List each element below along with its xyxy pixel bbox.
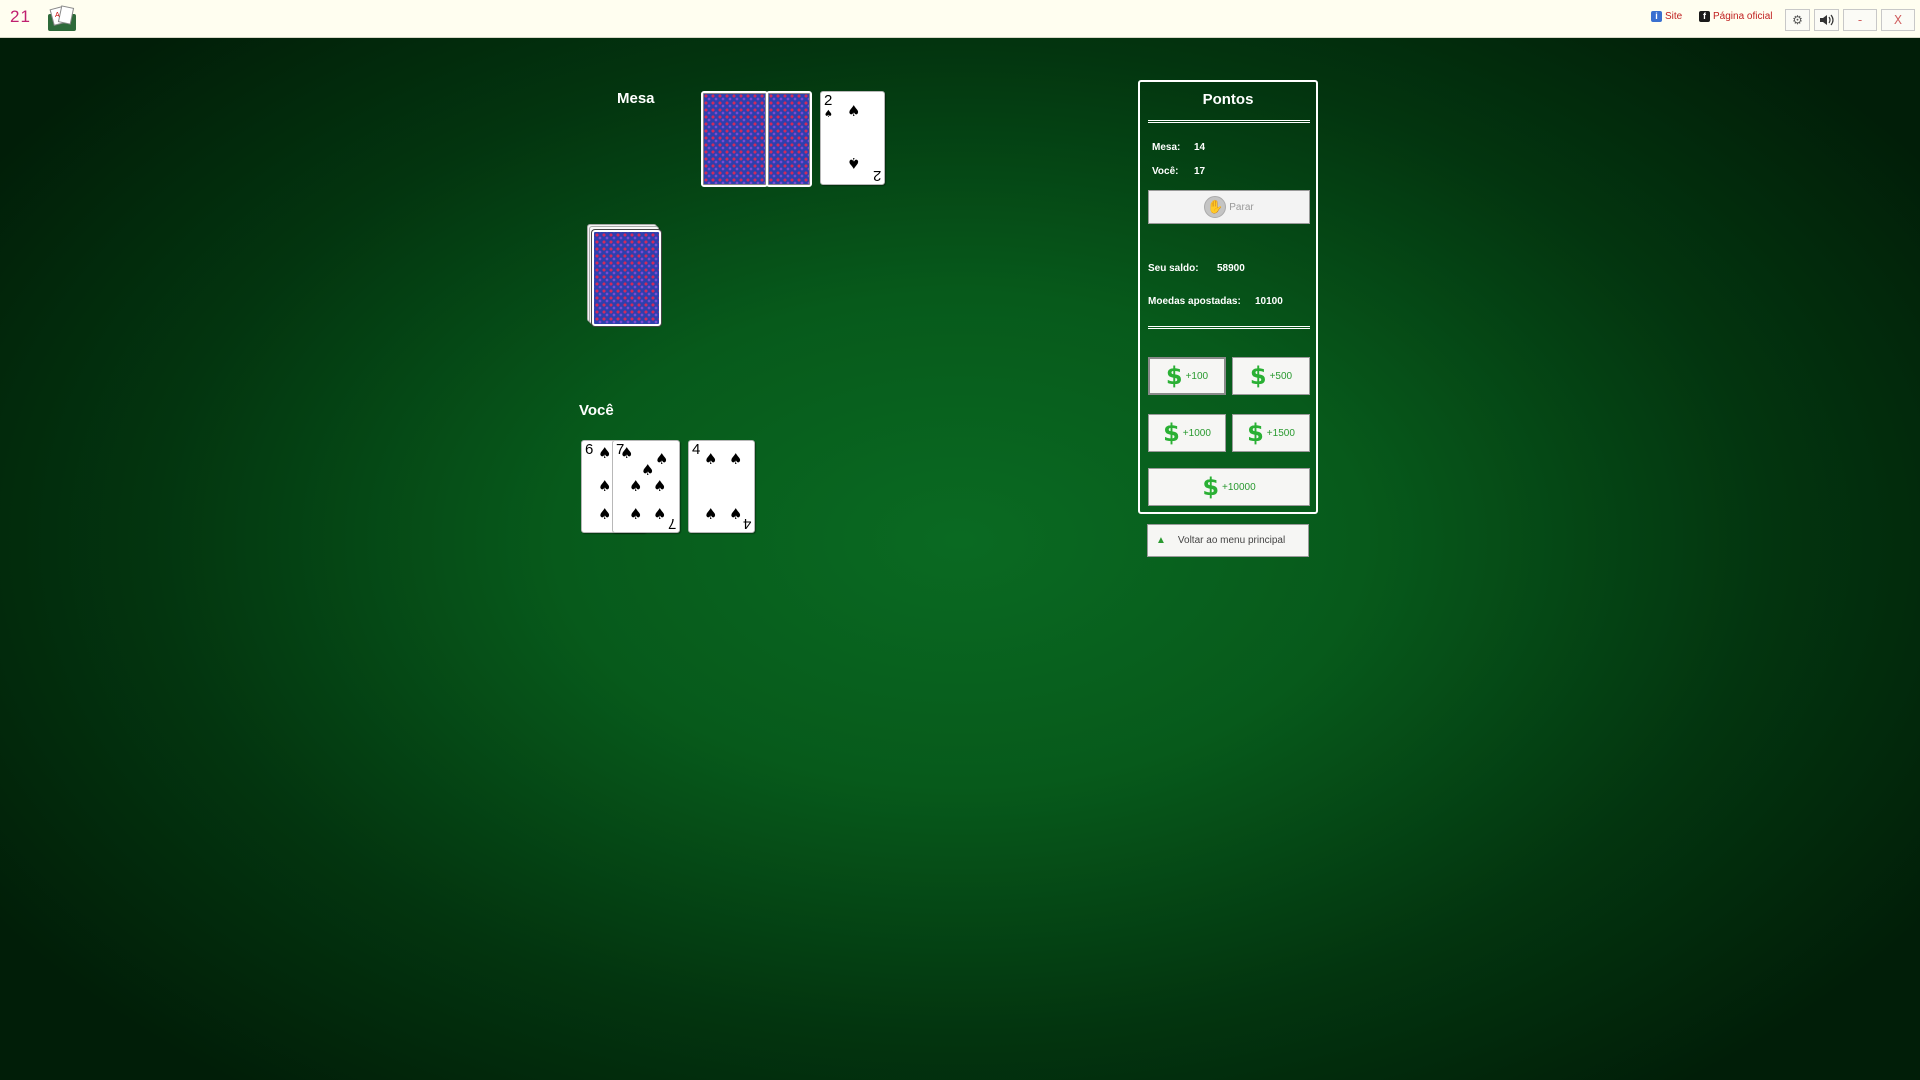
close-button[interactable]: X (1881, 9, 1915, 31)
dollar-icon: $ (1165, 362, 1183, 390)
spade-icon: ♠ (704, 450, 718, 468)
title-bar: 21 A i Site f Página oficial ⚙ - X (0, 0, 1920, 38)
dollar-icon: $ (1249, 362, 1267, 390)
bet-label: Moedas apostadas: (1148, 296, 1241, 307)
player-card-4-spades: 4 ♠ ♠ ♠ ♠ 4 (688, 440, 755, 533)
dollar-icon: $ (1202, 473, 1220, 501)
bet-1500-button[interactable]: $ +1500 (1232, 414, 1310, 452)
dealer-points-value: 14 (1194, 142, 1206, 153)
svg-text:A: A (55, 12, 60, 19)
official-page-label: Página oficial (1713, 11, 1773, 22)
spade-icon: ♠ (655, 450, 669, 468)
dealer-card-2-spades: 2 ♠ ♠ ♠ 2 (820, 91, 885, 185)
player-points-value: 17 (1194, 166, 1206, 177)
score-panel: Pontos Mesa: 14 Você: 17 ✋ Parar Seu sal… (1138, 80, 1318, 514)
spade-icon: ♠ (598, 444, 612, 462)
spade-icon: ♠ (847, 102, 861, 120)
card-deck[interactable] (587, 224, 663, 328)
dealer-label: Mesa (617, 90, 655, 107)
spade-icon: ♠ (824, 109, 833, 120)
spade-icon: ♠ (629, 477, 643, 495)
bet-1000-button[interactable]: $ +1000 (1148, 414, 1226, 452)
bet-1500-label: +1500 (1266, 427, 1295, 439)
card-rank-bottom: 4 (742, 515, 751, 532)
bet-value: 10100 (1255, 296, 1283, 307)
divider (1148, 326, 1310, 329)
spade-icon: ♠ (704, 505, 718, 523)
panel-title: Pontos (1202, 91, 1254, 108)
dealer-points-label: Mesa: (1152, 142, 1181, 153)
balance-label: Seu saldo: (1148, 263, 1199, 274)
spade-icon: ♠ (729, 450, 743, 468)
back-arrow-icon: ▲ (1156, 535, 1166, 546)
speaker-icon (1819, 14, 1834, 26)
balance-value: 58900 (1217, 263, 1245, 274)
card-rank-bottom: 2 (872, 167, 881, 184)
bet-100-button[interactable]: $ +100 (1148, 357, 1226, 395)
sound-button[interactable] (1814, 9, 1839, 31)
bet-500-label: +500 (1269, 370, 1293, 382)
site-link-label: Site (1665, 11, 1683, 22)
dealer-card-facedown (766, 91, 812, 187)
player-label: Você (579, 402, 614, 419)
bet-100-label: +100 (1185, 370, 1209, 382)
back-to-menu-label: Voltar ao menu principal (1177, 535, 1286, 546)
bet-10000-button[interactable]: $ +10000 (1148, 468, 1310, 506)
player-points-label: Você: (1152, 166, 1179, 177)
spade-icon: ♠ (653, 477, 667, 495)
stop-button-label: Parar (1229, 201, 1254, 213)
deck-top-card (592, 230, 661, 326)
bet-10000-label: +10000 (1222, 481, 1256, 493)
dollar-icon: $ (1163, 419, 1180, 447)
settings-button[interactable]: ⚙ (1785, 9, 1810, 31)
spade-icon: ♠ (653, 505, 667, 523)
divider (1148, 120, 1310, 123)
spade-icon: ♠ (598, 505, 612, 523)
spade-icon: ♠ (620, 444, 634, 462)
spade-icon: ♠ (629, 505, 643, 523)
card-rank: 4 (692, 441, 701, 458)
spade-icon: ♠ (847, 154, 861, 172)
dollar-icon: $ (1247, 419, 1264, 447)
dealer-card-facedown (701, 91, 768, 187)
card-rank: 6 (585, 441, 594, 458)
official-page-link[interactable]: f Página oficial (1699, 11, 1772, 22)
cards-app-icon: A (48, 5, 76, 31)
info-icon: i (1651, 11, 1662, 22)
card-rank: 2 (824, 92, 833, 109)
gear-icon: ⚙ (1792, 13, 1803, 27)
app-title: 21 (10, 7, 31, 26)
back-to-menu-button[interactable]: ▲ Voltar ao menu principal (1147, 524, 1309, 557)
bet-1000-label: +1000 (1182, 427, 1211, 439)
bet-500-button[interactable]: $ +500 (1232, 357, 1310, 395)
minimize-button[interactable]: - (1843, 9, 1877, 31)
site-link[interactable]: i Site (1651, 11, 1682, 22)
spade-icon: ♠ (598, 477, 612, 495)
spade-icon: ♠ (729, 505, 743, 523)
player-card-7-spades: 7 ♠ ♠ ♠ ♠ ♠ ♠ ♠ 7 (612, 440, 680, 533)
card-rank-bottom: 7 (667, 515, 676, 532)
facebook-icon: f (1699, 11, 1710, 22)
stop-button[interactable]: ✋ Parar (1148, 190, 1310, 224)
spade-icon: ♠ (641, 461, 655, 479)
hand-stop-icon: ✋ (1204, 196, 1227, 218)
